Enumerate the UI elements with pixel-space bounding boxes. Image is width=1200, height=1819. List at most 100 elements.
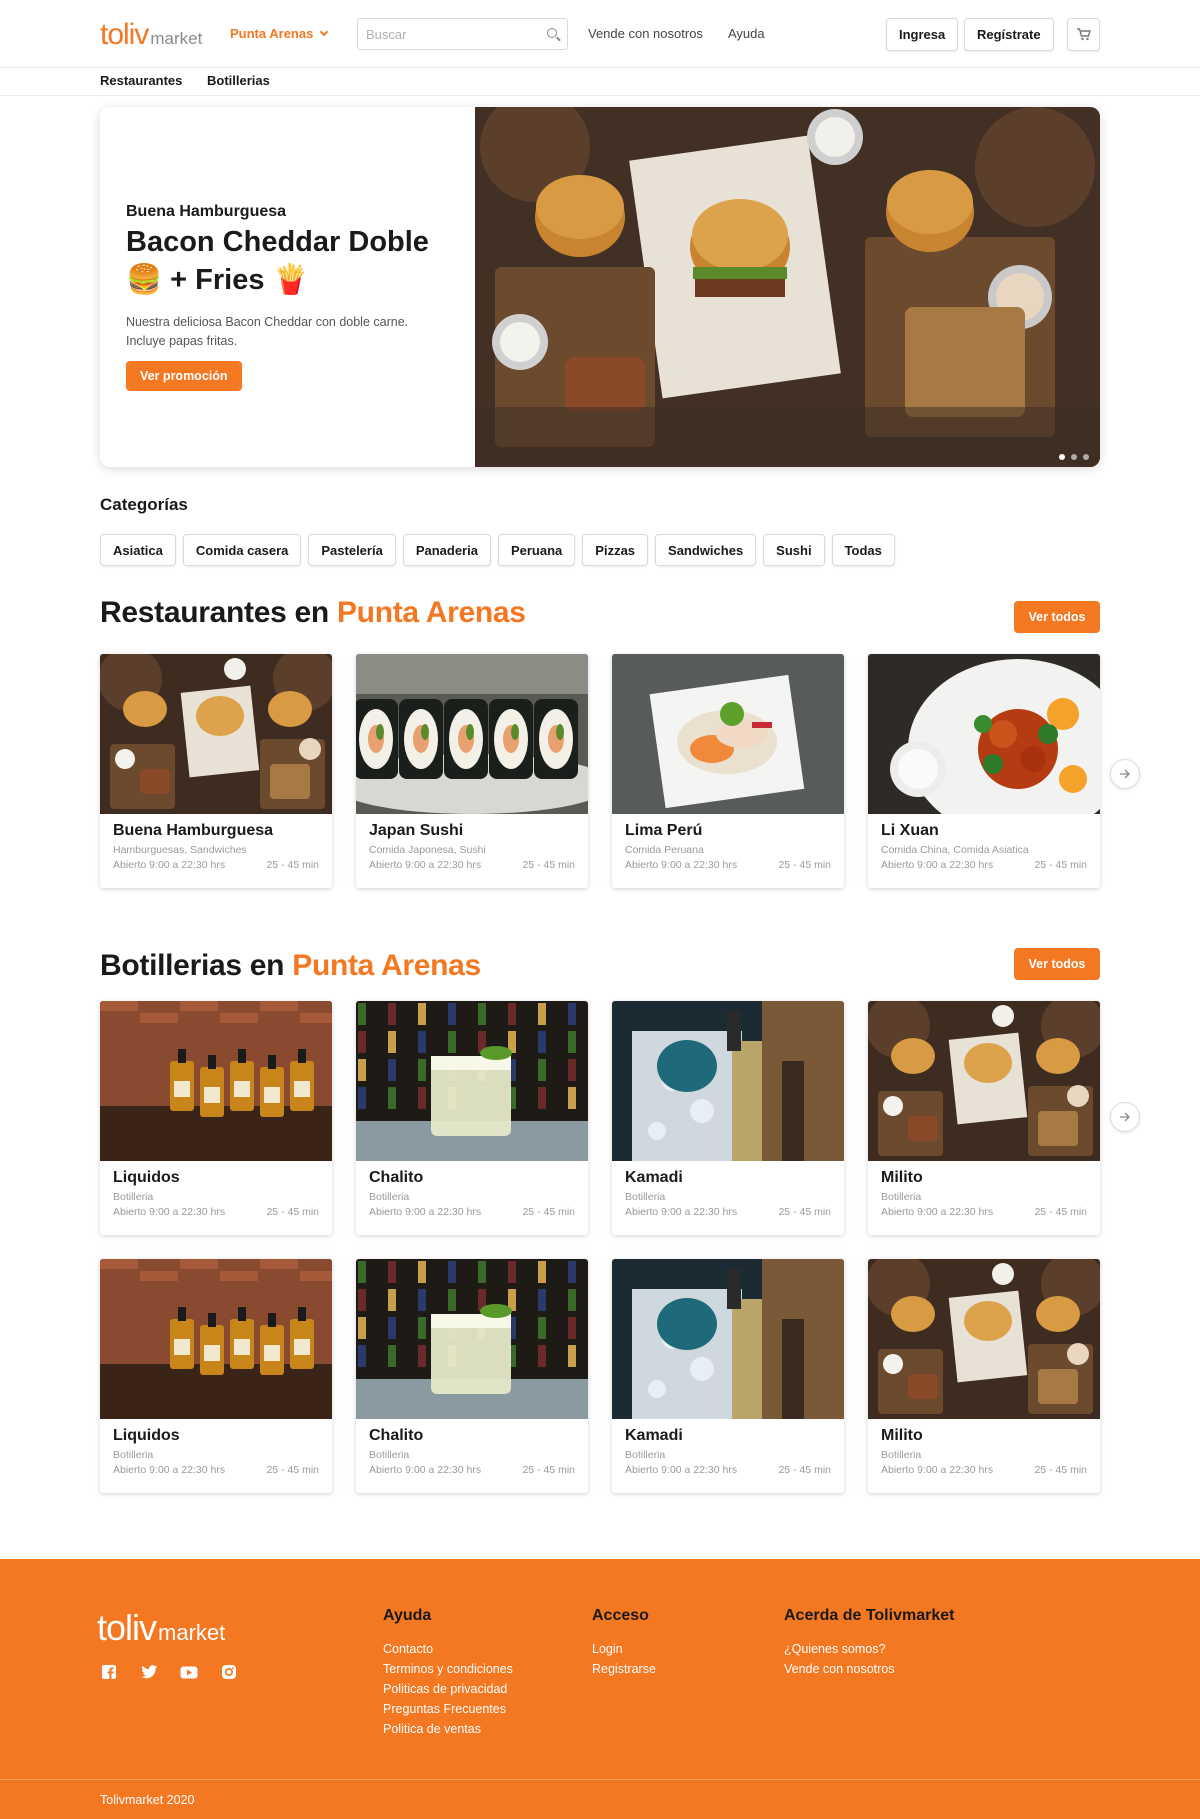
brand-logo[interactable]: toliv market (100, 18, 202, 52)
register-button[interactable]: Regístrate (964, 18, 1054, 51)
footer-link-sell[interactable]: Vende con nosotros (784, 1659, 954, 1679)
store-image[interactable] (868, 1259, 1100, 1419)
botillerias-see-all-button[interactable]: Ver todos (1014, 948, 1100, 980)
store-name[interactable]: Li Xuan (881, 822, 939, 840)
subnav-botillerias[interactable]: Botillerias (207, 73, 270, 88)
store-card[interactable]: Lima Perú Comida Peruana Abierto 9:00 a 22… (612, 654, 844, 888)
city-selector[interactable]: Punta Arenas (230, 26, 329, 41)
store-name[interactable]: Milito (881, 1169, 923, 1187)
promo-image[interactable] (475, 107, 1100, 467)
instagram-icon[interactable] (220, 1663, 238, 1681)
store-card[interactable]: Chalito Botilleria Abierto 9:00 a 22:30 hr… (356, 1259, 588, 1493)
carousel-dot[interactable] (1071, 454, 1077, 460)
store-name[interactable]: Kamadi (625, 1169, 683, 1187)
category-chip[interactable]: Pizzas (582, 534, 649, 566)
store-card[interactable]: Kamadi Botilleria Abierto 9:00 a 22:30 hrs… (612, 1259, 844, 1493)
search-input[interactable] (358, 19, 528, 49)
footer-link-terms[interactable]: Terminos y condiciones (383, 1659, 513, 1679)
store-card[interactable]: Li Xuan Comida China, Comida Asiatica Abie… (868, 654, 1100, 888)
category-chip[interactable]: Pastelería (308, 534, 396, 566)
delivery-time: 25 - 45 min (266, 1464, 319, 1476)
login-button[interactable]: Ingresa (886, 18, 959, 51)
store-card[interactable]: Kamadi Botilleria Abierto 9:00 a 22:30 hrs… (612, 1001, 844, 1235)
footer-link-register[interactable]: Registrarse (592, 1659, 656, 1679)
delivery-time: 25 - 45 min (1034, 1206, 1087, 1218)
store-card[interactable]: Milito Botilleria Abierto 9:00 a 22:30 hrs… (868, 1001, 1100, 1235)
store-name[interactable]: Lima Perú (625, 822, 702, 840)
store-card[interactable]: Japan Sushi Comida Japonesa, Sushi Abierto… (356, 654, 588, 888)
facebook-icon[interactable] (100, 1663, 118, 1681)
store-hours: Abierto 9:00 a 22:30 hrs (113, 859, 226, 871)
category-chip[interactable]: Todas (831, 534, 895, 566)
footer-link-faq[interactable]: Preguntas Frecuentes (383, 1699, 513, 1719)
botillerias-title: Botillerias en Punta Arenas (100, 949, 481, 983)
footer-link-contact[interactable]: Contacto (383, 1639, 513, 1659)
store-image[interactable] (356, 654, 588, 814)
store-name[interactable]: Liquidos (113, 1169, 180, 1187)
store-image[interactable] (100, 1001, 332, 1161)
cart-icon (1076, 28, 1091, 41)
top-header: toliv market Punta Arenas Vende con noso… (0, 0, 1200, 68)
carousel-dot[interactable] (1059, 454, 1065, 460)
store-image[interactable] (612, 654, 844, 814)
twitter-icon[interactable] (140, 1663, 158, 1681)
store-name[interactable]: Milito (881, 1427, 923, 1445)
store-image[interactable] (100, 654, 332, 814)
store-image[interactable] (868, 1001, 1100, 1161)
chevron-down-icon (320, 27, 329, 36)
store-categories: Comida Japonesa, Sushi (369, 844, 486, 856)
store-image[interactable] (868, 654, 1100, 814)
store-card[interactable]: Milito Botilleria Abierto 9:00 a 22:30 hrs… (868, 1259, 1100, 1493)
store-categories: Botilleria (113, 1191, 154, 1203)
category-chip[interactable]: Peruana (497, 534, 576, 566)
store-image[interactable] (356, 1259, 588, 1419)
copyright: Tolivmarket 2020 (100, 1793, 195, 1807)
store-name[interactable]: Chalito (369, 1169, 423, 1187)
store-name[interactable]: Japan Sushi (369, 822, 463, 840)
cart-button[interactable] (1067, 18, 1100, 51)
store-categories: Comida China, Comida Asiatica (881, 844, 1029, 856)
restaurants-next-button[interactable] (1110, 759, 1140, 789)
store-card[interactable]: Liquidos Botilleria Abierto 9:00 a 22:30 h… (100, 1001, 332, 1235)
footer-logo-main: toliv (97, 1607, 157, 1648)
store-image[interactable] (356, 1001, 588, 1161)
footer-link-about[interactable]: ¿Quienes somos? (784, 1639, 954, 1659)
nav-link-help[interactable]: Ayuda (728, 26, 765, 41)
botillerias-next-button[interactable] (1110, 1102, 1140, 1132)
delivery-time: 25 - 45 min (522, 859, 575, 871)
category-chip[interactable]: Sandwiches (655, 534, 757, 566)
nav-link-sell[interactable]: Vende con nosotros (588, 26, 703, 41)
store-name[interactable]: Kamadi (625, 1427, 683, 1445)
store-name[interactable]: Liquidos (113, 1427, 180, 1445)
category-chip[interactable]: Panaderia (402, 534, 491, 566)
store-card[interactable]: Buena Hamburguesa Hamburguesas, Sandwiche… (100, 654, 332, 888)
store-name[interactable]: Buena Hamburguesa (113, 822, 273, 840)
footer-logo[interactable]: toliv market (97, 1607, 225, 1649)
category-chip[interactable]: Sushi (763, 534, 825, 566)
store-image[interactable] (612, 1259, 844, 1419)
store-card[interactable]: Chalito Botilleria Abierto 9:00 a 22:30 hr… (356, 1001, 588, 1235)
restaurants-title-city: Punta Arenas (336, 596, 526, 629)
footer-link-login[interactable]: Login (592, 1639, 656, 1659)
footer-column-access: Acceso Login Registrarse (592, 1607, 656, 1679)
store-hours: Abierto 9:00 a 22:30 hrs (113, 1206, 226, 1218)
footer-link-privacy[interactable]: Politicas de privacidad (383, 1679, 513, 1699)
restaurants-see-all-button[interactable]: Ver todos (1014, 601, 1100, 633)
category-chip[interactable]: Asiatica (100, 534, 176, 566)
social-links (100, 1663, 238, 1681)
promo-cta-button[interactable]: Ver promoción (126, 361, 242, 391)
subnav-restaurantes[interactable]: Restaurantes (100, 73, 182, 88)
delivery-time: 25 - 45 min (522, 1464, 575, 1476)
carousel-dot[interactable] (1083, 454, 1089, 460)
store-card[interactable]: Liquidos Botilleria Abierto 9:00 a 22:30 h… (100, 1259, 332, 1493)
botilleria-cards-row: Liquidos Botilleria Abierto 9:00 a 22:30 h… (100, 1259, 1100, 1494)
store-image[interactable] (612, 1001, 844, 1161)
logo-main: toliv (100, 18, 149, 51)
store-name[interactable]: Chalito (369, 1427, 423, 1445)
restaurants-title: Restaurantes en Punta Arenas (100, 596, 526, 630)
store-image[interactable] (100, 1259, 332, 1419)
search-icon[interactable] (547, 28, 557, 38)
youtube-icon[interactable] (180, 1663, 198, 1681)
footer-link-sales-policy[interactable]: Politica de ventas (383, 1719, 513, 1739)
category-chip[interactable]: Comida casera (182, 534, 302, 566)
